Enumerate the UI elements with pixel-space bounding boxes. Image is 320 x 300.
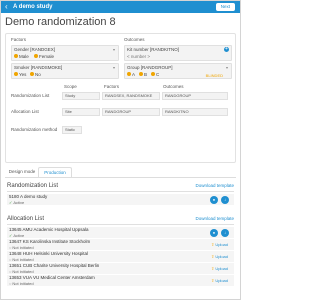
- upload-icon: ⇧: [210, 254, 215, 259]
- list-item[interactable]: 13653 VUA VU Medical Center Amsterdam ○N…: [7, 275, 234, 287]
- upload-button[interactable]: ⇧Upload: [211, 254, 228, 260]
- next-button[interactable]: Next: [215, 3, 235, 11]
- header-factors: Factors: [104, 84, 120, 89]
- upload-icon: ⇧: [210, 242, 215, 247]
- list-item[interactable]: 5180 A demo study ✓Active ● ↓: [7, 194, 234, 206]
- view-button[interactable]: ●: [210, 196, 218, 204]
- option-dot-icon: [14, 54, 18, 59]
- status-badge: ○Not initiated: [9, 281, 34, 286]
- chevron-down-icon[interactable]: ▾: [226, 65, 228, 71]
- add-icon[interactable]: +: [224, 47, 229, 52]
- outcome-group[interactable]: Group [RANDGROUP] A B C BLINDED ▾: [124, 63, 232, 79]
- factor-gender[interactable]: Gender [RANDGEX] Male Female ▾: [11, 45, 119, 61]
- option-dot-icon: [139, 72, 143, 77]
- list-item[interactable]: 13647 KS Karolinska Institute Stockholm …: [7, 239, 234, 251]
- scope-cell[interactable]: Study: [62, 92, 100, 100]
- option-a: A: [127, 72, 135, 78]
- outcomes-label: Outcomes: [124, 37, 145, 42]
- status-badge: ○Not initiated: [9, 245, 34, 250]
- download-icon: ↓: [224, 230, 226, 235]
- status-badge: ✓Active: [9, 200, 25, 205]
- upload-icon: ⇧: [210, 266, 215, 271]
- download-template-link[interactable]: Download template: [195, 216, 234, 222]
- tab-divider: [5, 177, 236, 178]
- option-female: Female: [34, 54, 54, 60]
- header-outcomes: Outcomes: [163, 84, 184, 89]
- row-label-allocation: Allocation List: [11, 109, 39, 114]
- method-select[interactable]: Static: [62, 126, 82, 134]
- option-dot-icon: [151, 72, 155, 77]
- view-button[interactable]: ●: [210, 229, 218, 237]
- status-badge: ✓Active: [9, 233, 25, 238]
- list-item[interactable]: 13645 AMU Academic Hospital Uppsala ✓Act…: [7, 227, 234, 239]
- option-dot-icon: [34, 54, 38, 59]
- option-dot-icon: [30, 72, 34, 77]
- option-c: C: [151, 72, 159, 78]
- download-icon: ↓: [224, 197, 226, 202]
- row-label-randomization: Randomization List: [11, 93, 50, 98]
- factors-cell[interactable]: RANDGROUP: [102, 108, 160, 116]
- tab-production[interactable]: Production: [38, 167, 72, 177]
- outcome-kit-title: Kit number [RANDKITNO]: [127, 47, 180, 52]
- list-item[interactable]: 13651 CUB Charite University Hospital Be…: [7, 263, 234, 275]
- outcome-kit-number[interactable]: Kit number [RANDKITNO] < number > +: [124, 45, 232, 61]
- factor-smoker-title: Smoker [RANDSMOKE]: [14, 65, 63, 70]
- chevron-down-icon[interactable]: ▾: [113, 65, 115, 71]
- divider: [7, 224, 234, 225]
- eye-icon: ●: [212, 230, 216, 235]
- header-scope: Scope: [64, 84, 77, 89]
- check-icon: ✓: [9, 233, 13, 238]
- page-title: Demo randomization 8: [5, 16, 116, 28]
- status-badge: ○Not initiated: [9, 257, 34, 262]
- upload-icon: ⇧: [210, 278, 215, 283]
- outcome-kit-value: < number >: [127, 54, 151, 59]
- option-no: No: [30, 72, 41, 78]
- option-male: Male: [14, 54, 29, 60]
- top-bar: ‹ A demo study Next: [1, 1, 240, 13]
- upload-button[interactable]: ⇧Upload: [211, 278, 228, 284]
- factors-cell[interactable]: RANDSEX, RANDSMOKE: [102, 92, 160, 100]
- study-name[interactable]: A demo study: [13, 1, 52, 13]
- upload-button[interactable]: ⇧Upload: [211, 266, 228, 272]
- upload-button[interactable]: ⇧Upload: [211, 242, 228, 248]
- divider: [7, 191, 234, 192]
- download-button[interactable]: ↓: [221, 196, 229, 204]
- allocation-list-title: Allocation List: [7, 216, 45, 222]
- outcomes-cell[interactable]: RANDGROUP: [162, 92, 228, 100]
- tab-design-mode[interactable]: Design mode: [7, 167, 37, 177]
- status-badge: ○Not initiated: [9, 269, 34, 274]
- randomization-list-title: Randomization List: [7, 183, 59, 189]
- chevron-down-icon[interactable]: ▾: [113, 47, 115, 53]
- option-dot-icon: [127, 72, 131, 77]
- eye-icon: ●: [212, 197, 216, 202]
- download-template-link[interactable]: Download template: [195, 183, 234, 189]
- factors-label: Factors: [11, 37, 27, 42]
- outcomes-cell[interactable]: RANDKITNO: [162, 108, 228, 116]
- scope-cell[interactable]: Site: [62, 108, 100, 116]
- back-arrow-icon[interactable]: ‹: [5, 2, 8, 12]
- list-item[interactable]: 13648 HUH Helsinki University Hospital ○…: [7, 251, 234, 263]
- option-yes: Yes: [14, 72, 26, 78]
- option-dot-icon: [14, 72, 18, 77]
- design-card: Factors Outcomes Gender [RANDGEX] Male F…: [5, 33, 236, 163]
- blinded-badge: BLINDED: [205, 73, 223, 78]
- check-icon: ✓: [9, 200, 13, 205]
- factor-smoker[interactable]: Smoker [RANDSMOKE] Yes No ▾: [11, 63, 119, 79]
- method-label: Randomization method: [11, 127, 58, 132]
- outcome-group-title: Group [RANDGROUP]: [127, 65, 173, 70]
- factor-gender-title: Gender [RANDGEX]: [14, 47, 56, 52]
- download-button[interactable]: ↓: [221, 229, 229, 237]
- option-b: B: [139, 72, 147, 78]
